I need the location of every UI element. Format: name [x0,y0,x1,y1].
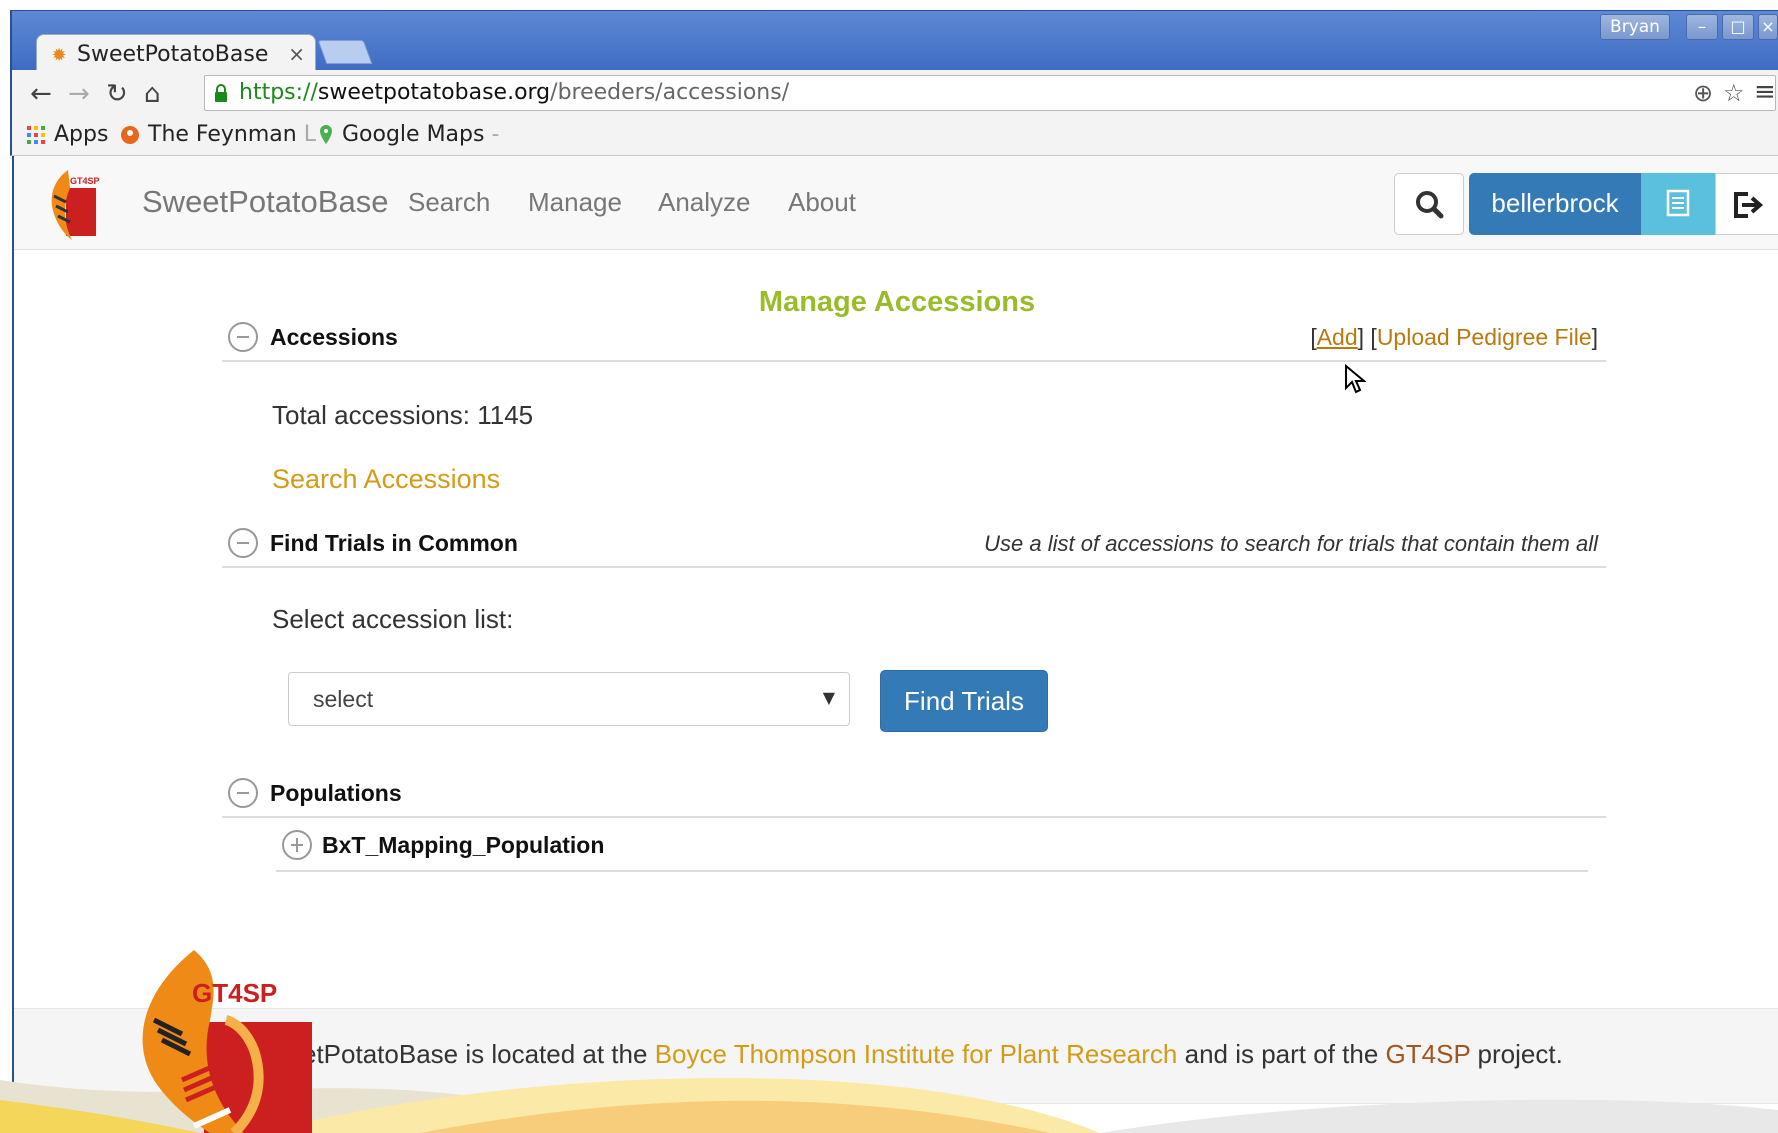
trials-note: Use a list of accessions to search for t… [984,531,1598,556]
bookmark-apps[interactable]: Apps [26,122,108,147]
dropdown-arrow-icon: ▼ [822,688,835,707]
lock-icon [215,84,227,102]
bookmark-feynman[interactable]: The Feynman L [120,122,316,147]
new-tab-button[interactable] [317,40,373,64]
maps-pin-icon [320,125,332,144]
lists-button[interactable] [1641,173,1715,235]
search-icon [1416,191,1444,219]
screen: ✹ SweetPotatoBase × Bryan – □ × ← → ↻ ⌂ … [0,0,1778,1133]
accessions-actions: [Add] [Upload Pedigree File] [1310,324,1598,350]
add-accession-link[interactable]: Add [1317,324,1358,350]
accessions-section-header: Accessions [Add] [Upload Pedigree File] [222,312,1606,362]
select-value: select [313,686,374,712]
address-bar[interactable]: https://sweetpotatobase.org/breeders/acc… [204,75,1776,111]
collapse-icon[interactable] [228,778,258,808]
browser-tab[interactable]: ✹ SweetPotatoBase × [36,34,316,72]
population-name: BxT_Mapping_Population [322,832,605,858]
nav-analyze[interactable]: Analyze [658,187,751,218]
tab-close-icon[interactable]: × [288,42,305,66]
site-brand[interactable]: SweetPotatoBase [142,184,388,220]
url-text: https://sweetpotatobase.org/breeders/acc… [239,80,790,105]
bookmark-google-maps[interactable]: Google Maps - [318,122,499,147]
gt4sp-logo-text: GT4SP [192,978,277,1008]
accessions-title: Accessions [270,324,398,350]
select-list-label: Select accession list: [272,604,514,634]
list-icon [1666,189,1690,217]
forward-arrow-icon[interactable]: → [68,80,90,108]
nav-about[interactable]: About [788,187,856,218]
bookmarks-bar: Apps The Feynman L Google Maps - [10,118,1778,156]
find-trials-button[interactable]: Find Trials [880,670,1048,732]
navbar-search-button[interactable] [1394,173,1464,235]
accession-list-select[interactable]: select ▼ [288,672,850,726]
apps-grid-icon [27,126,45,144]
home-icon[interactable]: ⌂ [144,80,161,108]
window-user-badge[interactable]: Bryan [1600,14,1670,40]
nav-search[interactable]: Search [408,187,490,218]
bookmark-star-icon[interactable]: ☆ [1723,79,1745,107]
tab-title: SweetPotatoBase [77,42,269,67]
svg-text:GT4SP: GT4SP [70,176,100,186]
back-arrow-icon[interactable]: ← [30,80,52,108]
total-accessions: Total accessions: 1145 [272,400,534,430]
trials-section-header: Find Trials in Common Use a list of acce… [222,518,1606,568]
search-accessions-link[interactable]: Search Accessions [272,464,500,495]
expand-icon[interactable] [282,830,312,860]
trials-title: Find Trials in Common [270,530,518,556]
population-item[interactable]: BxT_Mapping_Population [276,820,1588,872]
browser-toolbar: ← → ↻ ⌂ https://sweetpotatobase.org/bree… [10,70,1778,118]
user-button[interactable]: bellerbrock [1469,173,1641,235]
collapse-icon[interactable] [228,322,258,352]
feynman-icon [121,126,139,144]
logout-button[interactable] [1715,173,1778,235]
logout-icon [1734,192,1764,218]
populations-section-header: Populations [222,768,1606,818]
gt4sp-logo-icon[interactable]: GT4SP [44,166,100,242]
zoom-icon[interactable]: ⊕ [1693,79,1713,107]
collapse-icon[interactable] [228,528,258,558]
upload-pedigree-link[interactable]: Upload Pedigree File [1377,324,1592,350]
maximize-icon[interactable]: □ [1722,14,1754,40]
site-navbar: GT4SP SweetPotatoBase Search Manage Anal… [14,156,1778,250]
sweetpotato-favicon-icon: ✹ [51,45,67,65]
gt4sp-large-logo-icon: GT4SP [142,950,312,1133]
reload-icon[interactable]: ↻ [106,80,128,108]
close-window-icon[interactable]: × [1758,14,1778,40]
minimize-icon[interactable]: – [1686,14,1718,40]
mouse-cursor-icon [1345,364,1366,394]
nav-manage[interactable]: Manage [528,187,622,218]
chrome-menu-icon[interactable]: ≡ [1754,78,1776,106]
populations-title: Populations [270,780,402,806]
